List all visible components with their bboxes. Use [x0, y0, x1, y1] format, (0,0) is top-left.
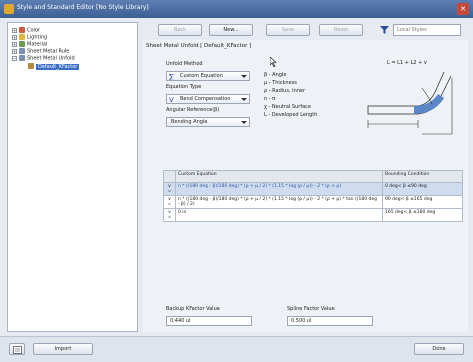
- unfold-style-icon: [28, 63, 34, 69]
- color-style-icon: [19, 27, 25, 33]
- tree-item-lighting[interactable]: + Lighting: [12, 34, 47, 41]
- operator-column-header: [163, 170, 176, 183]
- chevron-down-icon: [241, 98, 247, 101]
- table-row[interactable]: v = 0 in 165 deg< β ≤180 deg: [163, 208, 463, 222]
- legend-neutral-surface: χ - Neutral Surface: [264, 104, 311, 110]
- mouse-cursor-icon: [270, 57, 277, 67]
- equation-type-label: Equation Type: [166, 84, 202, 90]
- tree-item-sheet-metal-rule[interactable]: + Sheet Metal Rule: [12, 48, 69, 55]
- bounding-condition-column-header: Bounding Condition: [382, 170, 463, 183]
- table-header-row: Custom Equation Bounding Condition: [163, 170, 463, 183]
- reset-button[interactable]: Reset: [319, 24, 363, 36]
- style-library-icon: [12, 346, 22, 354]
- svg-text:∑: ∑: [169, 73, 174, 80]
- back-button[interactable]: Back: [158, 24, 202, 36]
- close-icon[interactable]: ✕: [457, 3, 469, 15]
- legend-developed-length: L - Developed Length: [264, 112, 318, 118]
- tree-item-material[interactable]: + Material: [12, 41, 47, 48]
- legend-angle: β - Angle: [264, 72, 287, 78]
- operator-cell: v =: [163, 182, 176, 196]
- chevron-down-icon: [241, 75, 247, 78]
- unfold-method-dropdown[interactable]: ∑ Custom Equation: [166, 71, 250, 81]
- expand-icon[interactable]: +: [12, 34, 17, 40]
- expand-icon[interactable]: +: [12, 48, 17, 54]
- angular-reference-label: Angular Reference(β): [166, 107, 220, 113]
- collapse-icon[interactable]: −: [12, 55, 17, 61]
- condition-cell[interactable]: 165 deg< β ≤180 deg: [382, 208, 463, 222]
- equation-cell[interactable]: n * ((180 deg - β)/180 deg) * (ρ + μ / 2…: [175, 182, 383, 196]
- sheet-metal-rule-icon: [19, 48, 25, 54]
- bend-diagram: [367, 71, 453, 135]
- expand-icon[interactable]: +: [12, 41, 17, 47]
- condition-cell[interactable]: 90 deg< β ≤165 deg: [382, 195, 463, 209]
- done-button[interactable]: Done: [414, 343, 464, 355]
- table-row[interactable]: v = n * ((180 deg - β)/180 deg) * (ρ + μ…: [163, 182, 463, 196]
- legend-pi: n - π: [264, 96, 276, 102]
- custom-equation-table[interactable]: Custom Equation Bounding Condition v = n…: [163, 170, 463, 222]
- svg-text:V: V: [169, 96, 174, 103]
- new-button[interactable]: New...: [209, 24, 253, 36]
- page-title: Sheet Metal Unfold [ Default_KFactor ]: [146, 43, 252, 49]
- angular-reference-dropdown[interactable]: Bending Angle: [166, 117, 250, 127]
- material-style-icon: [19, 41, 25, 47]
- equation-type-dropdown[interactable]: V Bend Compensation: [166, 94, 250, 104]
- chevron-down-icon: [241, 121, 247, 124]
- equation-cell[interactable]: 0 in: [175, 208, 383, 222]
- app-icon: [4, 4, 14, 14]
- style-tree[interactable]: + Color + Lighting + Material + Sheet Metal …: [7, 22, 138, 332]
- style-library-button[interactable]: [9, 343, 25, 355]
- tree-item-color[interactable]: + Color: [12, 27, 40, 34]
- legend-thickness: μ - Thickness: [264, 80, 297, 86]
- window-title: Style and Standard Editor [No Style Libr…: [17, 4, 149, 11]
- unfold-method-label: Unfold Method: [166, 61, 203, 67]
- legend-inner-radius: ρ - Radius, Inner: [264, 88, 306, 94]
- save-button[interactable]: Save: [266, 24, 310, 36]
- developed-length-formula: L = L1 + L2 + v: [387, 60, 427, 66]
- table-row[interactable]: v = n * ((180 deg - β)/180 deg) * (ρ + μ…: [163, 195, 463, 209]
- style-filter-select[interactable]: Local Styles: [393, 24, 461, 36]
- equation-cell[interactable]: n * ((180 deg - β)/180 deg) * (ρ + μ / 2…: [175, 195, 383, 209]
- spline-factor-input[interactable]: 0.500 ul: [287, 316, 373, 326]
- import-button[interactable]: Import: [33, 343, 93, 355]
- filter-icon: [380, 26, 389, 34]
- lighting-style-icon: [19, 34, 25, 40]
- spline-factor-label: Spline Factor Value: [287, 306, 335, 312]
- operator-cell: v =: [163, 208, 176, 222]
- custom-equation-icon: ∑: [169, 73, 174, 80]
- backup-kfactor-input[interactable]: 0.440 ul: [166, 316, 252, 326]
- tree-item-default-kfactor[interactable]: Default_KFactor: [28, 63, 80, 70]
- custom-equation-column-header: Custom Equation: [175, 170, 383, 183]
- tree-item-sheet-metal-unfold[interactable]: − Sheet Metal Unfold: [12, 55, 75, 62]
- sheet-metal-unfold-icon: [19, 55, 25, 61]
- bend-compensation-icon: V: [169, 96, 174, 103]
- backup-kfactor-label: Backup KFactor Value: [166, 306, 220, 312]
- operator-cell: v =: [163, 195, 176, 209]
- title-bar: Style and Standard Editor [No Style Libr…: [0, 0, 473, 18]
- expand-icon[interactable]: +: [12, 27, 17, 33]
- condition-cell[interactable]: 0 deg< β ≤90 deg: [382, 182, 463, 196]
